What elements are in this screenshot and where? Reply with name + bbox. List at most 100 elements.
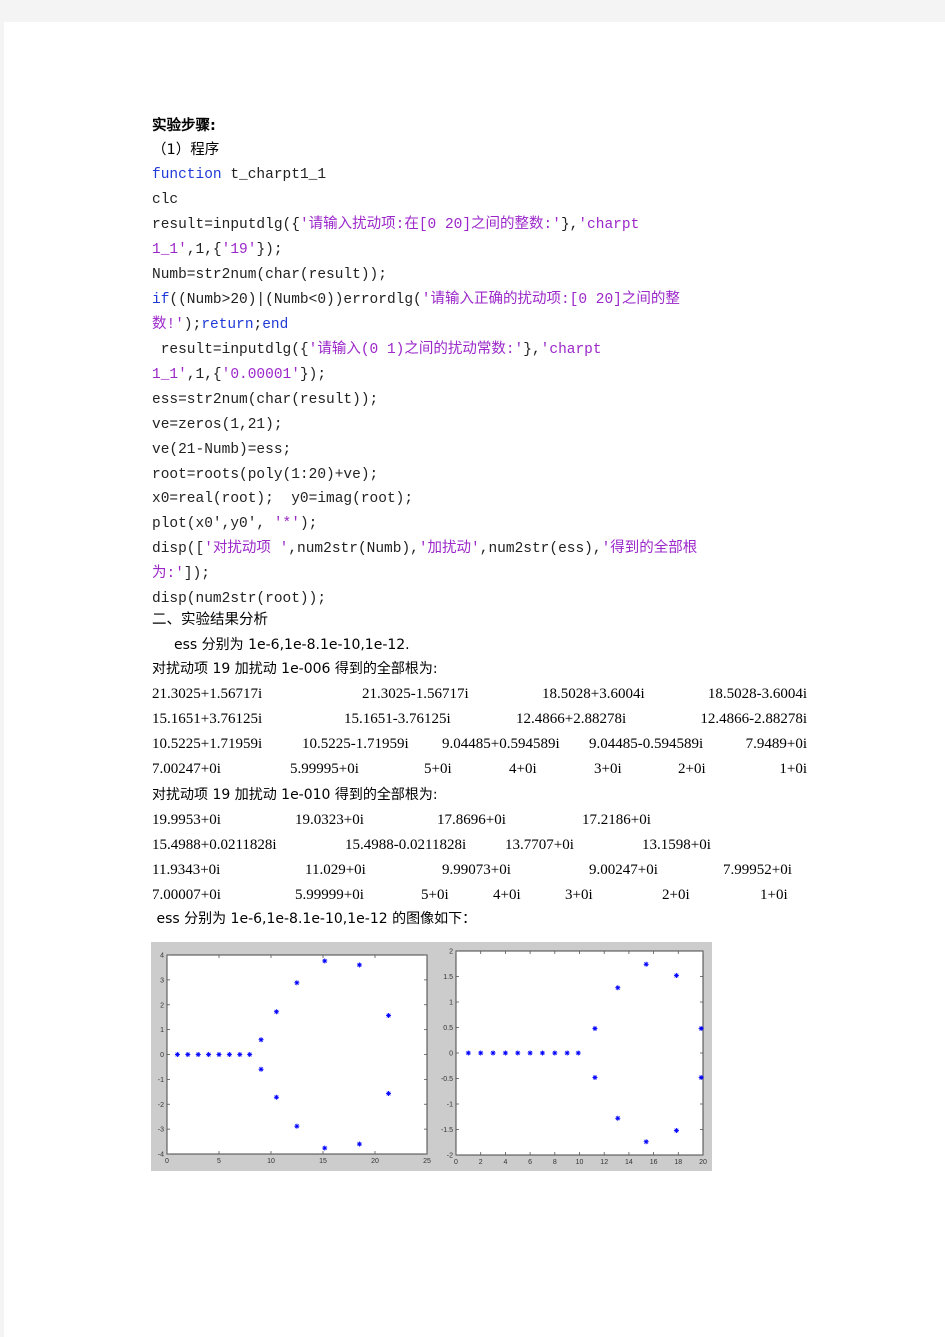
code-text: ess=str2num(char(result)); [152, 392, 379, 408]
x-tick-label: 16 [650, 1159, 658, 1166]
root-point [356, 1141, 362, 1147]
roots-row: 15.1651+3.76125i 15.1651-3.76125i 12.4866+… [152, 709, 807, 729]
root-point [273, 1094, 279, 1100]
root-value: 4+0i [493, 887, 521, 903]
code-string: '对扰动项 ' [204, 541, 289, 557]
code-text: plot(x0',y0', [152, 516, 274, 532]
code-text: ((Numb>20)|(Numb<0))errordlg( [169, 292, 422, 308]
code-line: 1_1',1,{'19'}); [152, 240, 283, 260]
code-line: disp(num2str(root)); [152, 589, 326, 609]
root-point [258, 1066, 264, 1072]
code-keyword: if [152, 292, 170, 308]
x-tick-label: 20 [371, 1158, 379, 1165]
root-value: 17.8696+0i [437, 812, 506, 828]
root-point [698, 1026, 704, 1032]
root-point [592, 1074, 598, 1080]
root-value: 10.5225-1.71959i [302, 736, 409, 752]
root-value: 19.0323+0i [295, 812, 364, 828]
x-tick-label: 20 [699, 1159, 707, 1166]
root-point [206, 1052, 212, 1057]
y-tick-label: -3 [158, 1127, 164, 1134]
code-text: ,1,{ [186, 242, 222, 258]
y-tick-label: 2 [160, 1002, 164, 1009]
root-plot-ess-1e-6: 0 5 10 15 20 25 -4 -3 -2 -1 0 1 2 3 4 [158, 953, 431, 1166]
y-tick-label: -2 [158, 1102, 164, 1109]
y-tick-label: -1 [158, 1077, 164, 1084]
code-string: 1_1' [152, 367, 187, 383]
x-tick-label: 4 [503, 1159, 507, 1166]
code-line: 1_1',1,{'0.00001'}); [152, 365, 326, 385]
roots-row: 7.00007+0i 5.99999+0i 5+0i 4+0i 3+0i 2+0i 1+0i [152, 885, 807, 905]
root-value: 18.5028-3.6004i [707, 686, 807, 702]
code-line: result=inputdlg({'请输入(0 1)之间的扰动常数:'},'ch… [152, 340, 602, 360]
x-tick-label: 18 [674, 1159, 682, 1166]
root-point [356, 962, 362, 968]
code-string: '请输入正确的扰动项:[0 20]之间的整 [421, 292, 680, 308]
root-value: 13.7707+0i [505, 837, 574, 853]
root-point [643, 961, 649, 967]
code-text: result=inputdlg({ [152, 217, 300, 233]
root-value: 10.5225+1.71959i [152, 736, 263, 752]
code-line: plot(x0',y0', '*'); [152, 514, 317, 534]
code-string: '0.00001' [221, 367, 300, 383]
root-value: 7.00247+0i [152, 761, 221, 777]
x-tick-label: 2 [479, 1159, 483, 1166]
root-value: 19.9953+0i [152, 812, 221, 828]
code-text: }, [560, 217, 579, 233]
root-value: 1+0i [779, 761, 807, 777]
code-text: ); [183, 317, 202, 333]
code-string: '请输入扰动项:在[0 20]之间的整数:' [299, 217, 561, 233]
y-tick-label: 1 [160, 1027, 164, 1034]
y-tick-label: -2 [447, 1153, 453, 1160]
root-value: 11.029+0i [305, 862, 366, 878]
code-string: '加扰动' [418, 541, 480, 557]
y-tick-label: 1.5 [443, 974, 453, 981]
code-line: root=roots(poly(1:20)+ve); [152, 465, 378, 485]
root-value: 21.3025-1.56717i [362, 686, 469, 702]
root-value: 13.1598+0i [642, 837, 711, 853]
code-text: disp([ [152, 541, 205, 557]
figure-caption-text: ess 分别为 1e-6,1e-8.1e-10,1e-12 的图像如下： [152, 911, 477, 927]
code-text: result=inputdlg({ [152, 342, 309, 358]
code-string: '19' [221, 242, 257, 258]
ess-note: ess 分别为 1e-6,1e-8.1e-10,1e-12. [174, 635, 410, 655]
code-line: if((Numb>20)|(Numb<0))errordlg('请输入正确的扰动… [152, 290, 680, 310]
root-value: 15.1651-3.76125i [344, 711, 451, 727]
y-tick-label: -4 [158, 1152, 164, 1159]
root-value: 9.00247+0i [589, 862, 658, 878]
code-line: x0=real(root); y0=imag(root); [152, 489, 413, 509]
root-point [673, 1128, 679, 1134]
x-tick-label: 6 [528, 1159, 532, 1166]
roots-row: 21.3025+1.56717i 21.3025-1.56717i 18.5028+… [152, 684, 807, 704]
root-point [322, 958, 328, 964]
code-line: ess=str2num(char(result)); [152, 390, 378, 410]
code-text: ); [299, 516, 318, 532]
root-point [216, 1052, 222, 1057]
root-point [552, 1050, 558, 1056]
root-point [478, 1050, 484, 1056]
root-value: 9.04485+0.594589i [442, 736, 560, 752]
root-value: 2+0i [678, 761, 706, 777]
root-point [237, 1052, 243, 1057]
root-value: 3+0i [594, 761, 622, 777]
y-tick-label: -1.5 [441, 1127, 453, 1134]
root-value: 5.99995+0i [290, 761, 359, 777]
y-tick-label: 3 [160, 977, 164, 984]
root-value: 7.00007+0i [152, 887, 221, 903]
root-point [615, 1115, 621, 1121]
x-tick-label: 14 [625, 1159, 633, 1166]
root-point [527, 1050, 533, 1056]
root-value: 5.99999+0i [295, 887, 364, 903]
code-text: ve=zeros(1,21); [152, 417, 283, 433]
code-line: ve=zeros(1,21); [152, 415, 283, 435]
x-tick-label: 10 [267, 1158, 275, 1165]
root-value: 15.4988+0.0211828i [152, 837, 277, 853]
steps-heading: 实验步骤: [152, 118, 216, 134]
root-point [386, 1013, 392, 1019]
code-line: 为:']); [152, 564, 210, 584]
roots-row: 19.9953+0i 19.0323+0i 17.8696+0i 17.2186+0i [152, 810, 807, 830]
root-value: 15.1651+3.76125i [152, 711, 263, 727]
roots-row: 15.4988+0.0211828i 15.4988-0.0211828i 13.7… [152, 835, 807, 855]
y-tick-label: 0.5 [443, 1025, 453, 1032]
root-point [226, 1052, 232, 1057]
